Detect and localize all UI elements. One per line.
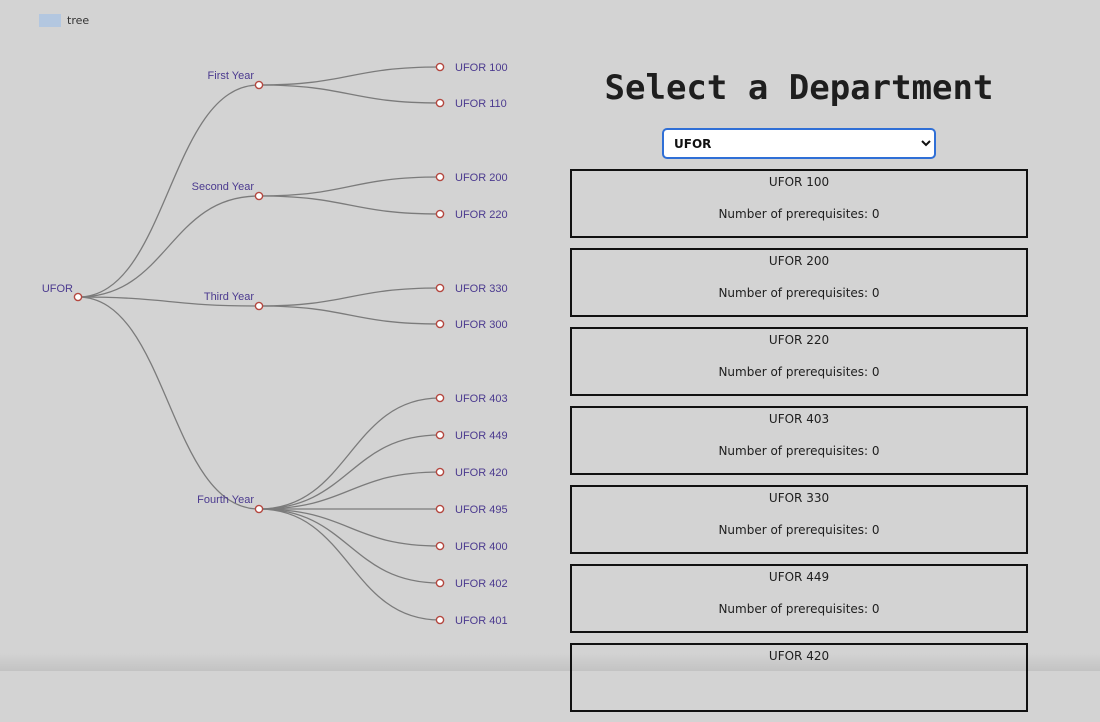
course-list: UFOR 100 Number of prerequisites: 0 UFOR… [570, 169, 1028, 722]
tree-label-course: UFOR 200 [455, 172, 508, 184]
tree-link [258, 508, 441, 621]
tree-label-course: UFOR 400 [455, 541, 508, 553]
tree-node-course[interactable] [435, 172, 445, 182]
course-card: UFOR 449 Number of prerequisites: 0 [570, 564, 1028, 633]
tree-label-course: UFOR 402 [455, 578, 508, 590]
tree-link [258, 508, 441, 547]
tree-node-course[interactable] [435, 393, 445, 403]
course-prereq-count: Number of prerequisites: 0 [718, 523, 880, 537]
course-prereq-count: Number of prerequisites: 0 [718, 602, 880, 616]
tree-label-group: First Year [208, 70, 255, 82]
tree-label-course: UFOR 403 [455, 393, 508, 405]
course-code: UFOR 403 [768, 412, 830, 426]
course-code: UFOR 200 [768, 254, 830, 268]
course-card: UFOR 220 Number of prerequisites: 0 [570, 327, 1028, 396]
course-prereq-count: Number of prerequisites: 0 [718, 365, 880, 379]
tree-node-course[interactable] [435, 319, 445, 329]
tree-node-course[interactable] [435, 578, 445, 588]
department-select[interactable]: UFOR [662, 128, 936, 159]
course-card: UFOR 403 Number of prerequisites: 0 [570, 406, 1028, 475]
tree-link [258, 176, 441, 197]
tree-node-group[interactable] [254, 504, 264, 514]
tree-node-group[interactable] [254, 191, 264, 201]
course-code: UFOR 330 [768, 491, 830, 505]
tree-node-course[interactable] [435, 541, 445, 551]
tree-label-course: UFOR 100 [455, 62, 508, 74]
tree-label-group: Third Year [204, 291, 254, 303]
tree-node-course[interactable] [435, 62, 445, 72]
course-tree: UFOR First Year Second Year Third Year Fourt… [42, 62, 508, 627]
tree-node-course[interactable] [435, 209, 445, 219]
tree-label-group: Second Year [192, 181, 255, 193]
tree-node-course[interactable] [435, 615, 445, 625]
tree-link [258, 508, 441, 584]
tree-label-course: UFOR 449 [455, 430, 508, 442]
course-card: UFOR 100 Number of prerequisites: 0 [570, 169, 1028, 238]
tree-label-course: UFOR 420 [455, 467, 508, 479]
course-card: UFOR 330 Number of prerequisites: 0 [570, 485, 1028, 554]
tree-link [258, 397, 441, 510]
tree-link [258, 471, 441, 510]
tree-label-course: UFOR 220 [455, 209, 508, 221]
tree-link [258, 305, 441, 325]
course-code: UFOR 220 [768, 333, 830, 347]
tree-node-group[interactable] [254, 80, 264, 90]
tree-link [77, 195, 260, 298]
tree-label-course: UFOR 495 [455, 504, 508, 516]
tree-label-root: UFOR [42, 283, 73, 295]
tree-label-course: UFOR 401 [455, 615, 508, 627]
tree-link [258, 434, 441, 510]
tree-label-group: Fourth Year [197, 494, 254, 506]
tree-node-course[interactable] [435, 98, 445, 108]
course-prereq-count: Number of prerequisites: 0 [718, 444, 880, 458]
tree-label-course: UFOR 330 [455, 283, 508, 295]
course-code: UFOR 100 [768, 175, 830, 189]
course-card: UFOR 200 Number of prerequisites: 0 [570, 248, 1028, 317]
tree-label-course: UFOR 110 [455, 98, 507, 110]
tree-node-course[interactable] [435, 430, 445, 440]
bottom-shadow [0, 653, 1100, 671]
tree-link [77, 296, 260, 510]
tree-link [258, 287, 441, 307]
tree-link [258, 84, 441, 104]
page-title: Select a Department [604, 68, 994, 108]
tree-node-root[interactable] [73, 292, 83, 302]
tree-node-group[interactable] [254, 301, 264, 311]
course-prereq-count: Number of prerequisites: 0 [718, 286, 880, 300]
tree-label-course: UFOR 300 [455, 319, 508, 331]
course-prereq-count: Number of prerequisites: 0 [718, 207, 880, 221]
tree-link [258, 66, 441, 86]
tree-link [258, 195, 441, 215]
tree-node-course[interactable] [435, 283, 445, 293]
tree-node-course[interactable] [435, 467, 445, 477]
course-code: UFOR 449 [768, 570, 830, 584]
tree-node-course[interactable] [435, 504, 445, 514]
